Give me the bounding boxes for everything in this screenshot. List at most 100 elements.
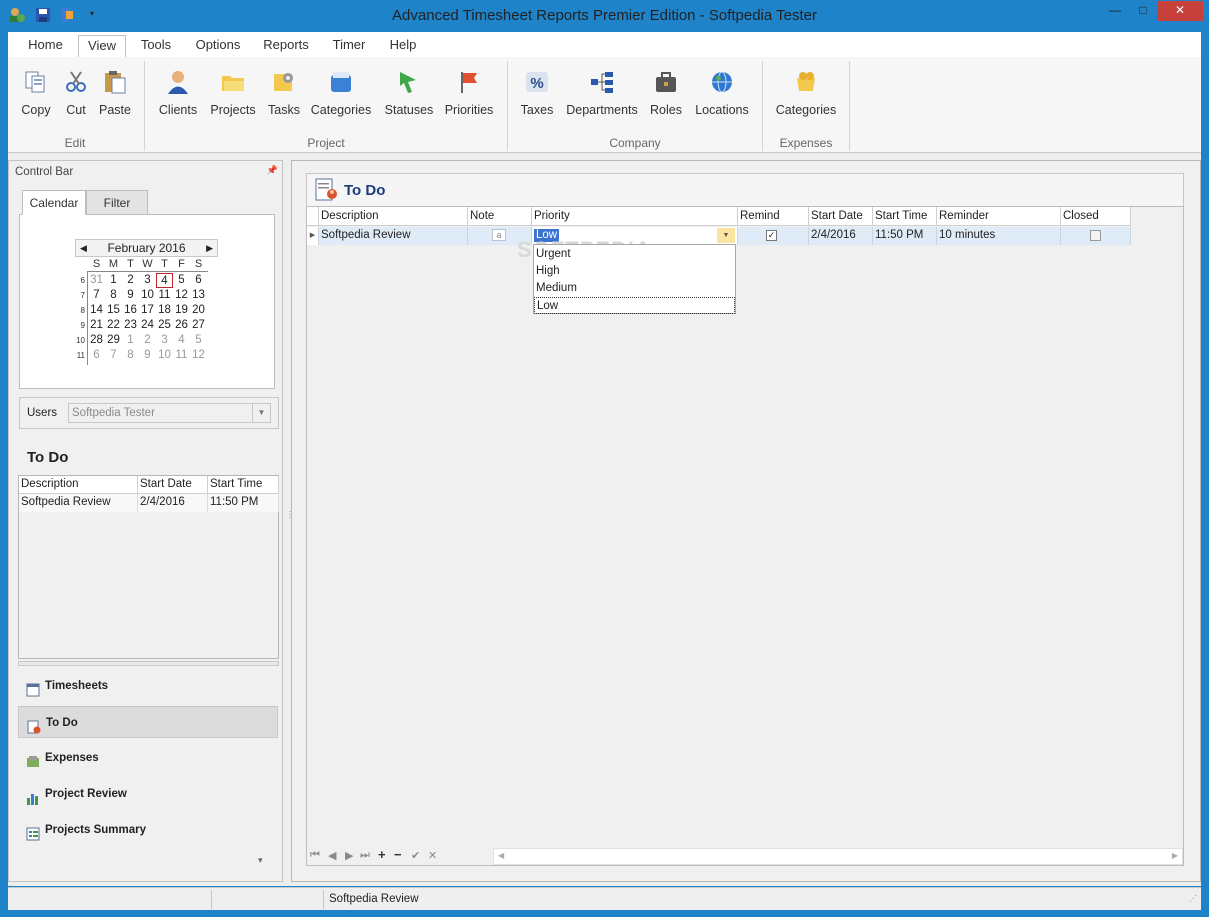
tab-filter[interactable]: Filter <box>86 190 148 215</box>
calendar-day[interactable]: 4 <box>173 333 190 348</box>
calendar-day[interactable]: 2 <box>122 273 139 288</box>
column-header[interactable]: Priority <box>532 207 738 226</box>
more-nav-icon[interactable]: ▾ <box>258 855 263 866</box>
taxes-button[interactable]: % Taxes <box>518 63 556 123</box>
close-button[interactable]: ✕ <box>1157 1 1203 21</box>
save-record-icon[interactable]: ✔ <box>411 849 420 862</box>
tab-calendar[interactable]: Calendar <box>22 190 86 215</box>
table-cell[interactable]: 11:50 PM <box>208 494 279 512</box>
nav-timesheets[interactable]: Timesheets <box>18 670 278 702</box>
remind-checkbox[interactable]: ✓ <box>766 230 777 241</box>
first-record-icon[interactable]: ⏮ <box>310 849 320 862</box>
calendar-day[interactable]: 11 <box>173 348 190 363</box>
splitter-grip-icon[interactable]: ⋮ <box>286 511 294 527</box>
calendar-day[interactable]: 9 <box>122 288 139 303</box>
prev-record-icon[interactable]: ◀ <box>328 849 336 862</box>
start-date-cell[interactable]: 2/4/2016 <box>809 227 873 245</box>
remind-cell[interactable]: ✓ <box>738 227 809 245</box>
calendar-day[interactable]: 5 <box>190 333 207 348</box>
calendar-day[interactable]: 3 <box>139 273 156 288</box>
column-header[interactable]: Start Date <box>809 207 873 226</box>
tab-reports[interactable]: Reports <box>258 35 314 57</box>
calendar-day[interactable]: 6 <box>190 273 207 288</box>
tab-home[interactable]: Home <box>18 35 73 57</box>
calendar-day[interactable]: 16 <box>122 303 139 318</box>
priorities-button[interactable]: Priorities <box>442 63 496 123</box>
calendar-day[interactable]: 18 <box>156 303 173 318</box>
prev-month-icon[interactable]: ◀ <box>80 240 87 256</box>
delete-record-icon[interactable]: − <box>394 847 402 862</box>
column-header[interactable]: Description <box>19 476 138 494</box>
resize-grip-icon[interactable]: ⋰ <box>1189 894 1197 903</box>
tasks-button[interactable]: Tasks <box>265 63 303 123</box>
calendar-day[interactable]: 22 <box>105 318 122 333</box>
calendar-day[interactable]: 20 <box>190 303 207 318</box>
calendar-day[interactable]: 23 <box>122 318 139 333</box>
users-select[interactable]: Softpedia Tester ▼ <box>68 403 271 423</box>
departments-button[interactable]: Departments <box>564 63 640 123</box>
calendar-day[interactable]: 12 <box>173 288 190 303</box>
last-record-icon[interactable]: ⏭ <box>360 849 370 862</box>
projects-button[interactable]: Projects <box>208 63 258 123</box>
calendar-day[interactable]: 8 <box>105 288 122 303</box>
priority-option[interactable]: Urgent <box>534 246 735 263</box>
column-header[interactable]: Description <box>319 207 468 226</box>
copy-button[interactable]: Copy <box>16 63 56 123</box>
cut-button[interactable]: Cut <box>60 63 92 123</box>
tab-help[interactable]: Help <box>382 35 424 57</box>
calendar-day[interactable]: 5 <box>173 273 190 288</box>
calendar-day[interactable]: 27 <box>190 318 207 333</box>
calendar-day[interactable]: 7 <box>105 348 122 363</box>
splitter[interactable] <box>18 661 279 666</box>
column-header[interactable]: Start Time <box>873 207 937 226</box>
scroll-right-icon[interactable]: ▶ <box>1172 851 1178 860</box>
calendar-day[interactable]: 28 <box>88 333 105 348</box>
pin-icon[interactable]: 📌 <box>267 165 278 176</box>
chevron-down-icon[interactable]: ▼ <box>717 228 735 243</box>
expense-categories-button[interactable]: Categories <box>774 63 838 123</box>
calendar-day[interactable]: 19 <box>173 303 190 318</box>
column-header[interactable]: Start Time <box>208 476 279 494</box>
closed-checkbox[interactable] <box>1090 230 1101 241</box>
nav-project-review[interactable]: Project Review <box>18 778 278 810</box>
table-cell[interactable]: 2/4/2016 <box>138 494 208 512</box>
calendar-day[interactable]: 29 <box>105 333 122 348</box>
calendar-day[interactable]: 6 <box>88 348 105 363</box>
next-record-icon[interactable]: ▶ <box>345 849 353 862</box>
closed-cell[interactable] <box>1061 227 1131 245</box>
description-cell[interactable]: Softpedia Review <box>319 227 468 245</box>
tab-options[interactable]: Options <box>189 35 247 57</box>
column-header[interactable]: Note <box>468 207 532 226</box>
maximize-button[interactable]: □ <box>1130 1 1156 21</box>
calendar-day[interactable]: 12 <box>190 348 207 363</box>
roles-button[interactable]: Roles <box>646 63 686 123</box>
calendar-day[interactable]: 2 <box>139 333 156 348</box>
calendar-day[interactable]: 31 <box>88 273 105 288</box>
reminder-cell[interactable]: 10 minutes <box>937 227 1061 245</box>
minimize-button[interactable]: — <box>1102 1 1128 21</box>
calendar-day[interactable]: 14 <box>88 303 105 318</box>
calendar-day[interactable]: 21 <box>88 318 105 333</box>
paste-button[interactable]: Paste <box>96 63 134 123</box>
categories-button[interactable]: Categories <box>310 63 372 123</box>
next-month-icon[interactable]: ▶ <box>206 240 213 256</box>
priority-option[interactable]: Medium <box>534 280 735 297</box>
note-icon[interactable]: a <box>492 229 506 241</box>
tab-tools[interactable]: Tools <box>132 35 180 57</box>
calendar-day[interactable]: 26 <box>173 318 190 333</box>
nav-expenses[interactable]: Expenses <box>18 742 278 774</box>
calendar-day[interactable]: 8 <box>122 348 139 363</box>
calendar-day[interactable]: 1 <box>122 333 139 348</box>
calendar-day[interactable]: 11 <box>156 288 173 303</box>
calendar-day[interactable]: 7 <box>88 288 105 303</box>
clients-button[interactable]: Clients <box>156 63 200 123</box>
calendar-day[interactable]: 1 <box>105 273 122 288</box>
tab-view[interactable]: View <box>78 35 126 59</box>
statuses-button[interactable]: Statuses <box>382 63 436 123</box>
calendar-day[interactable]: 4 <box>156 273 173 288</box>
add-record-icon[interactable]: + <box>378 847 386 862</box>
column-header[interactable]: Closed <box>1061 207 1131 226</box>
calendar-day[interactable]: 9 <box>139 348 156 363</box>
table-cell[interactable]: Softpedia Review <box>19 494 138 512</box>
calendar-day[interactable]: 25 <box>156 318 173 333</box>
